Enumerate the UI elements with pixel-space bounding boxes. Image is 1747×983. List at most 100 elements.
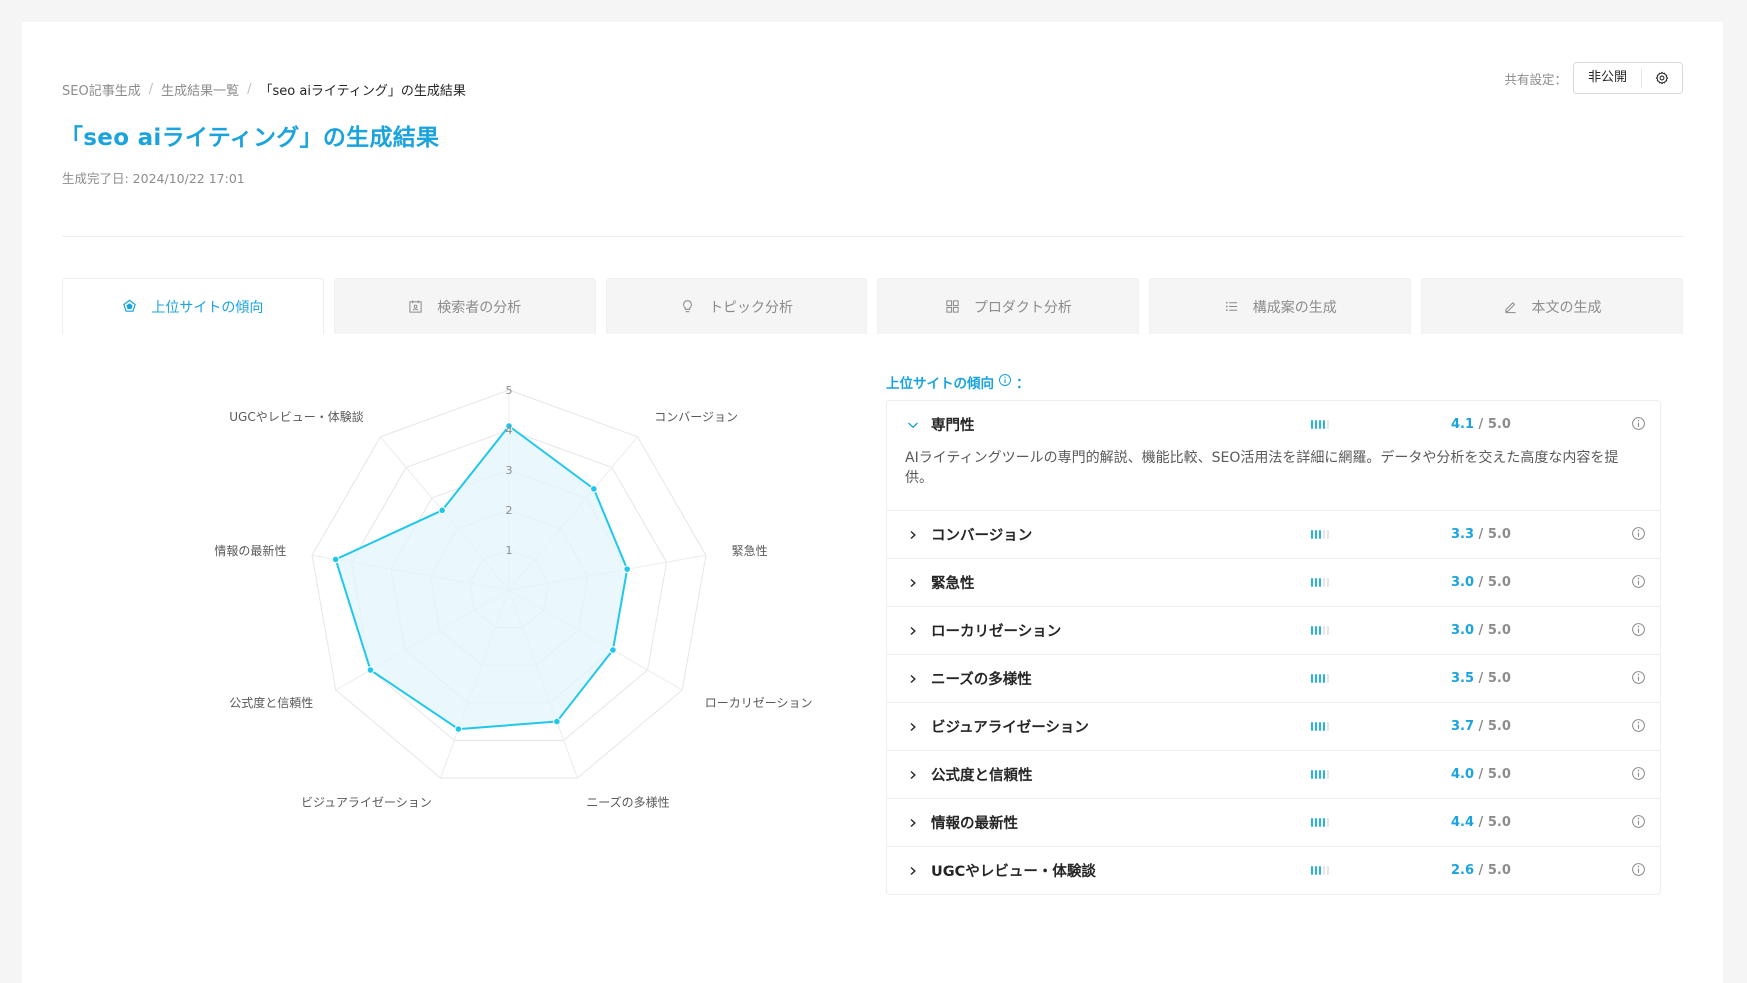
- score-bar-segment: [1323, 770, 1325, 779]
- radar-data-point: [553, 717, 561, 726]
- metric-row-toggle[interactable]: 専門性 4.1 / 5.0: [887, 401, 1660, 448]
- share-settings: 共有設定： 非公開: [1504, 62, 1683, 94]
- radar-data-point: [438, 506, 446, 515]
- metric-item: 公式度と信頼性 4.0 / 5.0: [887, 751, 1660, 799]
- info-circle-icon[interactable]: [1631, 670, 1646, 689]
- metric-row-toggle[interactable]: ローカリゼーション 3.0 / 5.0: [887, 607, 1660, 654]
- radar-tick-label: 5: [506, 384, 513, 397]
- score-bar-segment: [1315, 866, 1317, 875]
- radar-data-point: [331, 555, 340, 564]
- metric-score-max: / 5.0: [1474, 719, 1511, 734]
- metric-score-value: 4.4: [1451, 815, 1475, 830]
- chevron-right-icon[interactable]: [905, 767, 921, 783]
- chevron-right-icon[interactable]: [905, 671, 921, 687]
- metric-row-toggle[interactable]: 公式度と信頼性 4.0 / 5.0: [887, 751, 1660, 798]
- tab-label: プロダクト分析: [973, 299, 1072, 316]
- breadcrumb-item-seo[interactable]: SEO記事生成: [62, 80, 141, 99]
- info-circle-icon[interactable]: [998, 373, 1012, 391]
- score-bar-indicator: [1311, 866, 1451, 875]
- breadcrumb-separator: /: [148, 82, 154, 97]
- info-circle-icon[interactable]: [1631, 416, 1646, 435]
- score-bar-indicator: [1311, 674, 1451, 683]
- radar-axis-label: コンバージョン: [654, 410, 738, 424]
- radar-chart: 12345専門性コンバージョン緊急性ローカリゼーションニーズの多様性ビジュアライ…: [122, 355, 842, 902]
- score-bar-segment: [1315, 722, 1317, 731]
- score-bar-segment: [1319, 626, 1321, 635]
- metric-score: 3.5 / 5.0: [1451, 671, 1601, 686]
- metric-name: コンバージョン: [931, 528, 1033, 544]
- score-bar-indicator: [1311, 626, 1451, 635]
- metric-score-max: / 5.0: [1474, 575, 1511, 590]
- info-circle-icon[interactable]: [1631, 862, 1646, 881]
- chevron-right-icon[interactable]: [905, 623, 921, 639]
- info-circle-icon[interactable]: [1631, 814, 1646, 833]
- score-bar-segment: [1311, 626, 1313, 635]
- metric-item: ニーズの多様性 3.5 / 5.0: [887, 655, 1660, 703]
- lightbulb-icon: [680, 299, 695, 314]
- score-bar-segment: [1323, 674, 1325, 683]
- chevron-right-icon[interactable]: [905, 863, 921, 879]
- share-control: 非公開: [1572, 62, 1683, 94]
- metric-row-toggle[interactable]: コンバージョン 3.3 / 5.0: [887, 511, 1660, 558]
- panel-title: 上位サイトの傾向 ：: [886, 372, 1030, 392]
- metric-row-toggle[interactable]: ビジュアライゼーション 3.7 / 5.0: [887, 703, 1660, 750]
- chevron-right-icon[interactable]: [905, 815, 921, 831]
- tab-body-generation[interactable]: 本文の生成: [1421, 278, 1683, 334]
- metric-row-toggle[interactable]: ニーズの多様性 3.5 / 5.0: [887, 655, 1660, 702]
- metric-row-toggle[interactable]: 緊急性 3.0 / 5.0: [887, 559, 1660, 606]
- pentagon-chart-icon: [122, 299, 137, 314]
- tab-label: 構成案の生成: [1252, 299, 1337, 316]
- score-bar-segment: [1315, 626, 1317, 635]
- metric-name: UGCやレビュー・体験談: [931, 864, 1096, 880]
- chevron-right-icon[interactable]: [905, 575, 921, 591]
- metric-score-value: 3.0: [1451, 623, 1475, 638]
- info-circle-icon[interactable]: [1631, 718, 1646, 737]
- tab-label: 上位サイトの傾向: [151, 299, 264, 316]
- score-bar-segment: [1315, 818, 1317, 827]
- score-bar-segment: [1311, 420, 1313, 429]
- score-bar-segment: [1315, 420, 1317, 429]
- metric-item: 緊急性 3.0 / 5.0: [887, 559, 1660, 607]
- info-circle-icon[interactable]: [1631, 766, 1646, 785]
- chevron-right-icon[interactable]: [905, 527, 921, 543]
- score-bar-segment: [1323, 530, 1325, 539]
- info-circle-icon[interactable]: [1631, 622, 1646, 641]
- score-bar-segment: [1311, 530, 1313, 539]
- gear-icon[interactable]: [1642, 71, 1682, 85]
- score-bar-segment: [1319, 770, 1321, 779]
- tab-product-analysis[interactable]: プロダクト分析: [877, 278, 1140, 334]
- tab-topic-analysis[interactable]: トピック分析: [605, 278, 868, 334]
- metric-score-value: 3.7: [1451, 719, 1475, 734]
- radar-axis-label: 緊急性: [732, 543, 768, 558]
- score-bar-indicator: [1311, 722, 1451, 731]
- breadcrumb-item-results-list[interactable]: 生成結果一覧: [161, 80, 239, 99]
- score-bar-segment: [1327, 818, 1329, 827]
- radar-tick-label: 2: [506, 504, 513, 517]
- metric-row-toggle[interactable]: UGCやレビュー・体験談 2.6 / 5.0: [887, 847, 1660, 894]
- info-circle-icon[interactable]: [1631, 526, 1646, 545]
- chevron-down-icon[interactable]: [905, 417, 921, 433]
- metric-item: 専門性 4.1 / 5.0 AIライティングツールの専門的解説、機能比較、SEO活用…: [887, 401, 1660, 511]
- metric-description: AIライティングツールの専門的解説、機能比較、SEO活用法を詳細に網羅。データや…: [905, 450, 1619, 486]
- chevron-right-icon[interactable]: [905, 719, 921, 735]
- score-bar-segment: [1311, 866, 1313, 875]
- score-bar-segment: [1323, 420, 1325, 429]
- tab-top-site-trends[interactable]: 上位サイトの傾向: [62, 278, 324, 334]
- info-circle-icon[interactable]: [1631, 574, 1646, 593]
- score-bar-indicator: [1311, 818, 1451, 827]
- tab-outline-generation[interactable]: 構成案の生成: [1149, 278, 1412, 334]
- metric-row-toggle[interactable]: 情報の最新性 4.4 / 5.0: [887, 799, 1660, 846]
- tab-label: 検索者の分析: [437, 299, 522, 316]
- tab-searcher-analysis[interactable]: 検索者の分析: [333, 278, 596, 334]
- panel-title-text: 上位サイトの傾向: [886, 376, 994, 392]
- pencil-icon: [1503, 299, 1518, 314]
- share-visibility-value[interactable]: 非公開: [1574, 68, 1642, 88]
- radar-data-point: [623, 565, 631, 573]
- score-bar-segment: [1327, 674, 1329, 683]
- metric-name: ビジュアライゼーション: [931, 720, 1089, 736]
- metric-score: 3.3 / 5.0: [1451, 527, 1601, 542]
- score-bar-segment: [1315, 674, 1317, 683]
- metric-score-value: 2.6: [1451, 863, 1475, 878]
- score-bar-segment: [1323, 626, 1325, 635]
- score-bar-segment: [1319, 674, 1321, 683]
